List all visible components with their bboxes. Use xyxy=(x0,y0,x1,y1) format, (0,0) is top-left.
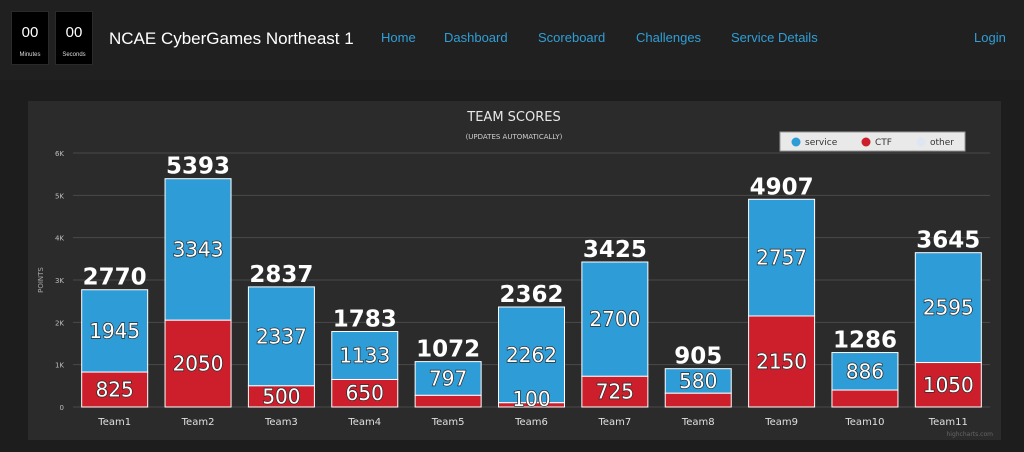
bar-total-label: 1783 xyxy=(333,307,397,333)
timer-seconds-label: Seconds xyxy=(62,52,86,58)
y-tick-label: 1K xyxy=(55,362,64,370)
timer-minutes-value: 00 xyxy=(21,24,39,41)
nav-dashboard[interactable]: Dashboard xyxy=(444,30,508,45)
bar-service-label: 797 xyxy=(429,366,467,390)
x-tick-label: Team9 xyxy=(764,417,798,428)
x-tick-label: Team5 xyxy=(431,417,465,428)
bar-ctf-label: 500 xyxy=(262,384,300,408)
x-tick-label: Team10 xyxy=(844,417,884,428)
bar-service-label: 2262 xyxy=(506,343,557,367)
legend-label: service xyxy=(805,138,838,148)
bar-service-label: 3343 xyxy=(173,237,224,261)
bar-total-label: 3645 xyxy=(916,228,980,254)
x-tick-label: Team4 xyxy=(347,417,381,428)
bar-total-label: 5393 xyxy=(166,154,230,180)
legend-marker xyxy=(861,137,871,147)
y-axis-label: POINTS xyxy=(37,267,45,293)
bar-ctf-label: 725 xyxy=(596,380,634,404)
y-tick-label: 6K xyxy=(55,150,64,158)
x-tick-label: Team1 xyxy=(97,417,131,428)
x-tick-label: Team7 xyxy=(597,417,631,428)
legend-marker xyxy=(791,137,801,147)
bar-ctf-label: 825 xyxy=(96,378,134,402)
x-tick-label: Team3 xyxy=(264,417,298,428)
y-tick-label: 0 xyxy=(60,404,64,412)
team-scores-chart-panel: TEAM SCORES (UPDATES AUTOMATICALLY) 0 1K 2K 3… xyxy=(28,101,1001,440)
timer-seconds: 00 Seconds xyxy=(55,11,93,65)
bar-ctf-label: 2050 xyxy=(173,352,224,376)
x-tick-label: Team8 xyxy=(681,417,715,428)
bar-service-label: 2337 xyxy=(256,324,307,348)
bar-total-label: 3425 xyxy=(583,237,647,263)
bar-ctf-segment xyxy=(831,389,899,408)
bar-total-label: 905 xyxy=(674,344,722,370)
site-brand[interactable]: NCAE CyberGames Northeast 1 xyxy=(109,29,354,49)
legend-label: other xyxy=(930,138,954,148)
bar-ctf-segment xyxy=(414,394,482,408)
bar-total-label: 4907 xyxy=(750,174,814,200)
y-tick-label: 5K xyxy=(55,192,64,200)
top-navbar: 00 Minutes 00 Seconds NCAE CyberGames No… xyxy=(0,0,1024,80)
bar-service-label: 1945 xyxy=(89,319,140,343)
nav-home[interactable]: Home xyxy=(381,30,416,45)
bar-service-label: 1133 xyxy=(339,344,390,368)
bar-service-label: 2595 xyxy=(923,296,974,320)
bar-service-label: 886 xyxy=(846,359,884,383)
chart-title: TEAM SCORES xyxy=(466,110,560,125)
chart-subtitle: (UPDATES AUTOMATICALLY) xyxy=(466,133,563,141)
timer-minutes-label: Minutes xyxy=(19,52,41,58)
bar-ctf-label: 2150 xyxy=(756,349,807,373)
nav-service-details[interactable]: Service Details xyxy=(731,30,818,45)
chart-credit: highcharts.com xyxy=(946,431,993,438)
bar-ctf-label: 100 xyxy=(512,387,550,411)
y-tick-label: 3K xyxy=(55,277,64,285)
x-tick-label: Team2 xyxy=(181,417,215,428)
y-tick-label: 4K xyxy=(55,235,64,243)
bar-ctf-label: 650 xyxy=(346,381,384,405)
legend-label: CTF xyxy=(875,138,892,148)
bar-total-label: 1072 xyxy=(416,337,480,363)
team-scores-chart: TEAM SCORES (UPDATES AUTOMATICALLY) 0 1K 2K 3… xyxy=(37,110,993,438)
bar-total-label: 1286 xyxy=(833,328,897,354)
y-tick-label: 2K xyxy=(55,319,64,327)
timer-minutes: 00 Minutes xyxy=(11,11,49,65)
bar-ctf-segment xyxy=(664,392,732,408)
nav-scoreboard[interactable]: Scoreboard xyxy=(538,30,605,45)
bar-total-label: 2770 xyxy=(83,265,147,291)
x-tick-label: Team6 xyxy=(514,417,548,428)
nav-login[interactable]: Login xyxy=(974,30,1006,45)
bar-total-label: 2362 xyxy=(499,282,563,308)
timer-seconds-value: 00 xyxy=(65,24,83,41)
bar-service-label: 2757 xyxy=(756,246,807,270)
nav-challenges[interactable]: Challenges xyxy=(636,30,701,45)
x-tick-label: Team11 xyxy=(928,417,968,428)
bar-service-label: 2700 xyxy=(589,307,640,331)
legend-marker xyxy=(916,137,926,147)
bar-service-label: 580 xyxy=(679,369,717,393)
bar-ctf-label: 1050 xyxy=(923,373,974,397)
bar-total-label: 2837 xyxy=(249,262,313,288)
